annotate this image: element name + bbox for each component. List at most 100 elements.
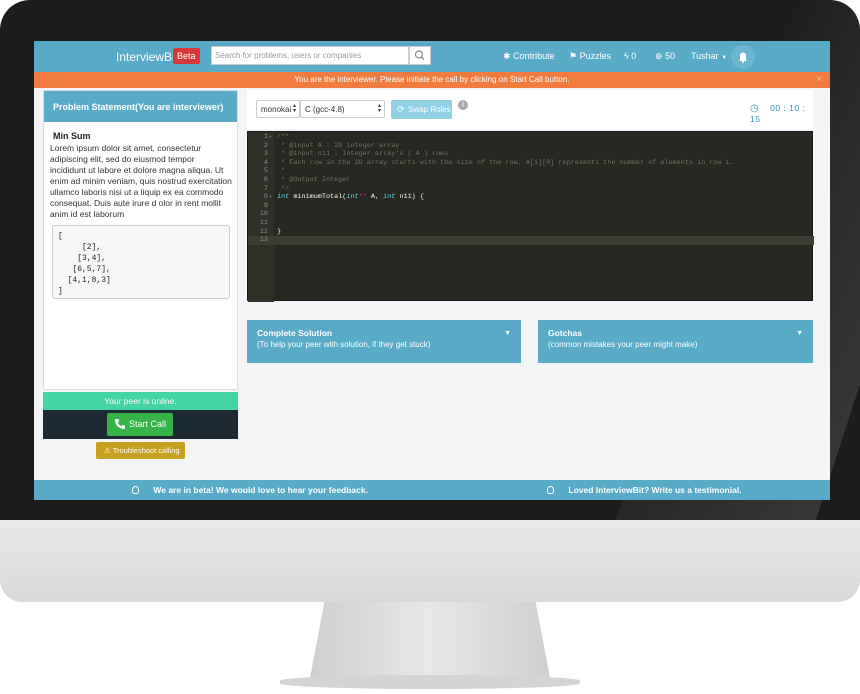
coin-icon: ⊕: [655, 51, 663, 61]
select-arrows-icon: ▴ ▾: [292, 103, 296, 114]
code-line[interactable]: 4 * Each row in the 2D array starts with…: [248, 159, 814, 168]
line-number: 9: [263, 201, 268, 210]
testimonial-link[interactable]: Loved InterviewBit? Write us a testimoni…: [547, 485, 742, 495]
code-token: A,: [366, 193, 384, 202]
line-number: 1: [263, 133, 268, 141]
lightning-count: 0: [631, 51, 637, 61]
sample-input: [ [2], [3,4], [6,5,7], [4,1,8,3] ]: [52, 225, 230, 299]
code-editor[interactable]: 1▾/** 2 * @input A : 2D integer array 3 * …: [247, 131, 814, 302]
lightning-counter[interactable]: ϟ 0: [624, 51, 636, 61]
swap-roles-label: Swap Roles: [408, 105, 451, 114]
clock-icon: ◷: [750, 103, 760, 114]
code-line[interactable]: 8▾ int minimumTotal(int** A, int n11) {: [248, 193, 814, 202]
line-number: 13: [259, 236, 268, 245]
puzzles-link[interactable]: ⚑ Puzzles: [569, 51, 611, 62]
lightning-icon: ϟ: [624, 51, 629, 61]
solution-subtitle: (To help your peer with solution, if the…: [257, 340, 431, 349]
search-button[interactable]: [409, 46, 431, 65]
refresh-icon: ⟳: [397, 104, 405, 114]
feedback-text: We are in beta! We would love to hear yo…: [153, 485, 368, 495]
line-number: 2: [263, 141, 268, 150]
code-line[interactable]: 12}: [248, 228, 814, 237]
line-number: 4: [263, 158, 268, 167]
testimonial-text: Loved InterviewBit? Write us a testimoni…: [568, 485, 742, 495]
line-text: */: [277, 184, 290, 193]
code-line[interactable]: 3 * @input n11 : Integer array's ( A ) r…: [248, 150, 814, 159]
line-number: 6: [263, 175, 268, 184]
code-token: int: [346, 193, 359, 202]
coins-count: 50: [665, 51, 676, 61]
code-line[interactable]: 5 *: [248, 167, 814, 176]
monitor-stand-base: [280, 675, 580, 689]
call-area: Start Call: [43, 410, 238, 439]
feedback-link[interactable]: We are in beta! We would love to hear yo…: [132, 485, 368, 495]
app-screen: InterviewBit Beta Search for problems, u…: [34, 41, 830, 500]
line-text: }: [277, 227, 282, 236]
lightbulb-icon: [547, 486, 554, 494]
select-arrows-icon: ▴ ▾: [377, 103, 381, 114]
code-token: int: [383, 193, 396, 202]
puzzles-label: Puzzles: [579, 51, 612, 61]
problem-panel: Problem Statement(You are interviewer) M…: [43, 90, 238, 390]
code-line[interactable]: 9: [248, 202, 814, 211]
beta-badge: Beta: [173, 48, 200, 64]
swap-roles-button[interactable]: ⟳ Swap Roles: [391, 100, 452, 119]
code-line[interactable]: 6 * @Output Integer: [248, 176, 814, 185]
line-text: * Each row in the 2D array starts with t…: [277, 158, 734, 167]
troubleshoot-button[interactable]: ⚠ Troubleshoot calling: [96, 442, 185, 459]
search-icon: [414, 50, 425, 60]
notifications-button[interactable]: [731, 45, 755, 69]
line-text: int minimumTotal(int** A, int n11) {: [277, 193, 424, 202]
info-icon[interactable]: i: [458, 100, 468, 110]
bell-icon: [739, 52, 747, 63]
language-select[interactable]: C (gcc-4.8) ▴ ▾: [300, 100, 385, 118]
code-token: int: [277, 193, 290, 202]
line-text: * @Output Integer: [277, 175, 351, 184]
caret-down-icon: ▼: [504, 330, 511, 337]
problem-title: Min Sum: [53, 131, 91, 141]
logo[interactable]: InterviewBit: [116, 50, 178, 64]
line-number: 12: [259, 227, 268, 236]
complete-solution-panel[interactable]: Complete Solution (To help your peer wit…: [247, 320, 521, 363]
code-line[interactable]: 10: [248, 210, 814, 219]
line-text: * @input n11 : Integer array's ( A ) row…: [277, 150, 449, 159]
line-number: 10: [259, 210, 268, 219]
editor-toolbar: monokai ▴ ▾ C (gcc-4.8) ▴ ▾ ⟳ Swap Roles i…: [247, 90, 813, 129]
line-text: /**: [277, 133, 290, 141]
fold-arrow-icon[interactable]: ▾: [269, 194, 272, 200]
code-line[interactable]: 2 * @input A : 2D integer array: [248, 142, 814, 151]
session-timer: ◷ 00 : 10 : 15: [750, 103, 813, 124]
contribute-link[interactable]: ✱ Contribute: [503, 51, 555, 62]
lightbulb-icon: [132, 486, 139, 494]
troubleshoot-label: Troubleshoot calling: [112, 446, 180, 455]
monitor-chin: [0, 520, 860, 602]
gotchas-panel[interactable]: Gotchas (common mistakes your peer might…: [538, 320, 813, 363]
line-number: 11: [259, 218, 268, 227]
line-number: 3: [263, 150, 268, 159]
theme-value: monokai: [261, 105, 292, 114]
contribute-label: Contribute: [513, 51, 555, 61]
phone-icon: [115, 419, 125, 429]
code-line[interactable]: 11: [248, 219, 814, 228]
code-line[interactable]: 13: [248, 236, 814, 245]
alert-message: You are the interviewer. Please initiate…: [294, 75, 570, 84]
code-line[interactable]: 1▾ /**: [248, 133, 814, 142]
gotchas-title: Gotchas: [548, 328, 583, 338]
search-input[interactable]: Search for problems, users or companies: [211, 46, 409, 65]
fold-arrow-icon[interactable]: ▾: [269, 134, 272, 140]
code-token: n11) {: [395, 193, 424, 202]
warning-icon: ⚠: [104, 446, 111, 455]
code-lines: 1▾/** 2 * @input A : 2D integer array 3 * …: [248, 133, 814, 245]
start-call-label: Start Call: [129, 419, 167, 429]
user-menu[interactable]: Tushar ▼: [691, 51, 727, 61]
peer-status: Your peer is online.: [43, 392, 238, 410]
line-text: * @input A : 2D integer array: [277, 141, 400, 150]
code-token: **: [358, 193, 367, 202]
close-icon[interactable]: ×: [816, 74, 822, 85]
solution-title: Complete Solution: [257, 328, 333, 338]
start-call-button[interactable]: Start Call: [107, 413, 173, 436]
gear-icon: ✱: [503, 51, 511, 61]
code-line[interactable]: 7 */: [248, 185, 814, 194]
theme-select[interactable]: monokai ▴ ▾: [256, 100, 300, 118]
coins-counter[interactable]: ⊕ 50: [655, 51, 675, 62]
